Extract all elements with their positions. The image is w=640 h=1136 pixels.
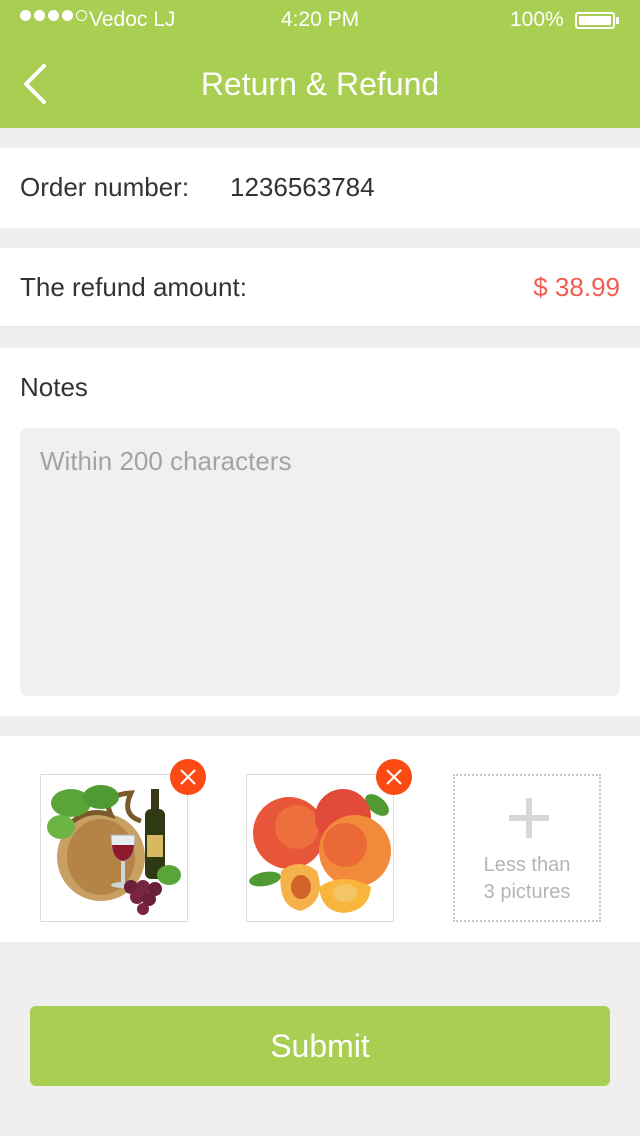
photos-section: Less than 3 pictures [0,736,640,942]
wine-and-grapes-photo [41,775,187,921]
order-number-value: 1236563784 [230,172,375,202]
close-icon [386,769,402,785]
close-icon [180,769,196,785]
refund-amount-label: The refund amount: [20,272,247,302]
header: Vedoc LJ 4:20 PM 100% Return & Refund [0,0,640,128]
remove-photo-button[interactable] [170,759,206,795]
refund-amount-value: $ 38.99 [533,272,620,302]
peaches-photo [247,775,393,921]
battery-icon [575,12,615,29]
notes-section: Notes [0,348,640,716]
page-title: Return & Refund [200,66,440,102]
order-number-label: Order number: [20,172,190,202]
battery-percentage: 100% [510,8,564,31]
add-photo-hint: Less than 3 pictures [455,852,599,906]
status-bar: Vedoc LJ 4:20 PM 100% [0,0,640,40]
add-photo-hint-line: Less than [483,854,571,876]
add-photo-hint-line: 3 pictures [483,881,571,903]
notes-label: Notes [20,372,88,402]
notes-input[interactable] [20,428,620,696]
remove-photo-button[interactable] [376,759,412,795]
battery-tip [616,17,619,24]
photo-thumbnail[interactable] [246,759,412,922]
refund-amount-row: The refund amount: $ 38.99 [0,248,640,327]
submit-button[interactable]: Submit [30,1006,610,1086]
order-number-row: Order number: 1236563784 [0,148,640,228]
plus-icon [509,798,549,838]
add-photo-button[interactable]: Less than 3 pictures [453,774,601,922]
photo-thumbnail[interactable] [40,759,206,922]
